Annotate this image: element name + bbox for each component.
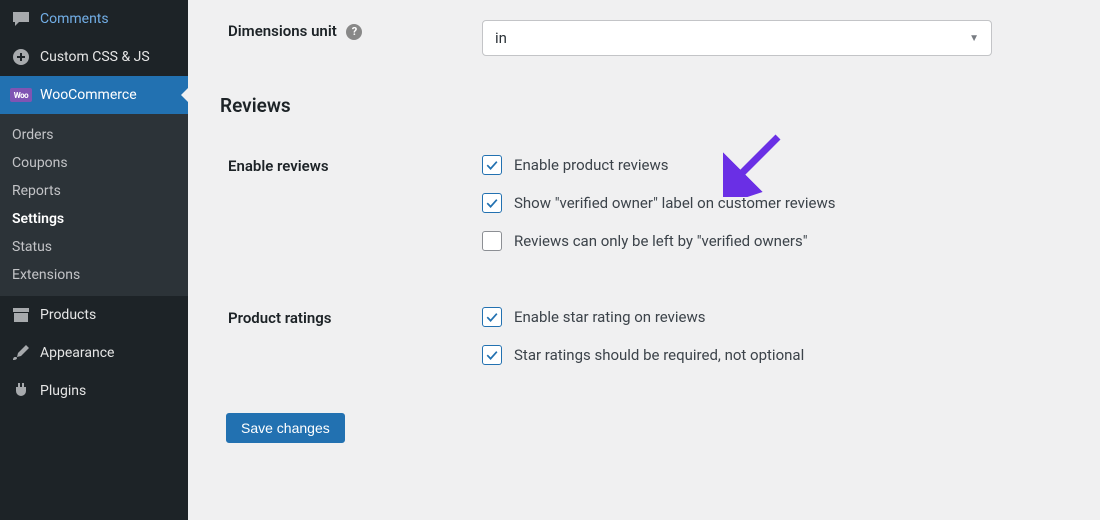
enable-star-rating-option[interactable]: ✓ Enable star rating on reviews	[482, 307, 1068, 327]
chevron-down-icon: ▼	[969, 33, 979, 44]
sidebar-sub-orders[interactable]: Orders	[0, 121, 188, 149]
sidebar-item-label: Plugins	[40, 383, 86, 399]
sidebar-sub-coupons[interactable]: Coupons	[0, 149, 188, 177]
sidebar-sub-extensions[interactable]: Extensions	[0, 261, 188, 289]
sidebar-item-label: Products	[40, 307, 96, 323]
dimensions-unit-select[interactable]: in ▼	[482, 20, 992, 56]
checkbox-icon[interactable]: ✓	[482, 155, 502, 175]
woo-icon: Woo	[10, 84, 32, 106]
verified-owners-only-option[interactable]: Reviews can only be left by "verified ow…	[482, 231, 1068, 251]
save-changes-button[interactable]: Save changes	[226, 413, 345, 443]
enable-reviews-label: Enable reviews	[210, 137, 470, 287]
sidebar-item-comments[interactable]: Comments	[0, 0, 188, 38]
checkbox-icon[interactable]: ✓	[482, 193, 502, 213]
plug-icon	[10, 380, 32, 402]
sidebar-item-label: Custom CSS & JS	[40, 49, 150, 65]
dimensions-unit-label: Dimensions unit ?	[210, 2, 470, 74]
settings-content: Dimensions unit ? in ▼ Reviews Enable re…	[188, 0, 1100, 520]
reviews-heading: Reviews	[210, 76, 1078, 135]
comment-icon	[10, 8, 32, 30]
product-ratings-label: Product ratings	[210, 289, 470, 401]
select-value: in	[495, 29, 507, 47]
sidebar-submenu-woocommerce: Orders Coupons Reports Settings Status E…	[0, 114, 188, 296]
brush-icon	[10, 342, 32, 364]
checkbox-icon[interactable]: ✓	[482, 345, 502, 365]
help-icon[interactable]: ?	[346, 24, 362, 40]
sidebar-sub-settings[interactable]: Settings	[0, 205, 188, 233]
sidebar-item-appearance[interactable]: Appearance	[0, 334, 188, 372]
sidebar-sub-reports[interactable]: Reports	[0, 177, 188, 205]
admin-sidebar: Comments Custom CSS & JS Woo WooCommerce…	[0, 0, 188, 520]
archive-icon	[10, 304, 32, 326]
sidebar-item-woocommerce[interactable]: Woo WooCommerce	[0, 76, 188, 114]
enable-reviews-fieldset: ✓ Enable product reviews ✓ Show "verifie…	[482, 155, 1068, 269]
enable-product-reviews-option[interactable]: ✓ Enable product reviews	[482, 155, 1068, 175]
sidebar-item-custom-css-js[interactable]: Custom CSS & JS	[0, 38, 188, 76]
sidebar-item-label: WooCommerce	[40, 87, 137, 103]
sidebar-item-products[interactable]: Products	[0, 296, 188, 334]
checkbox-icon[interactable]	[482, 231, 502, 251]
sidebar-item-label: Comments	[40, 11, 109, 27]
checkbox-icon[interactable]: ✓	[482, 307, 502, 327]
verified-owner-label-option[interactable]: ✓ Show "verified owner" label on custome…	[482, 193, 1068, 213]
product-ratings-fieldset: ✓ Enable star rating on reviews ✓ Star r…	[482, 307, 1068, 383]
sidebar-item-label: Appearance	[40, 345, 114, 361]
sidebar-sub-status[interactable]: Status	[0, 233, 188, 261]
sidebar-item-plugins[interactable]: Plugins	[0, 372, 188, 410]
star-ratings-required-option[interactable]: ✓ Star ratings should be required, not o…	[482, 345, 1068, 365]
plus-circle-icon	[10, 46, 32, 68]
settings-form-table: Dimensions unit ? in ▼ Reviews Enable re…	[208, 0, 1080, 403]
